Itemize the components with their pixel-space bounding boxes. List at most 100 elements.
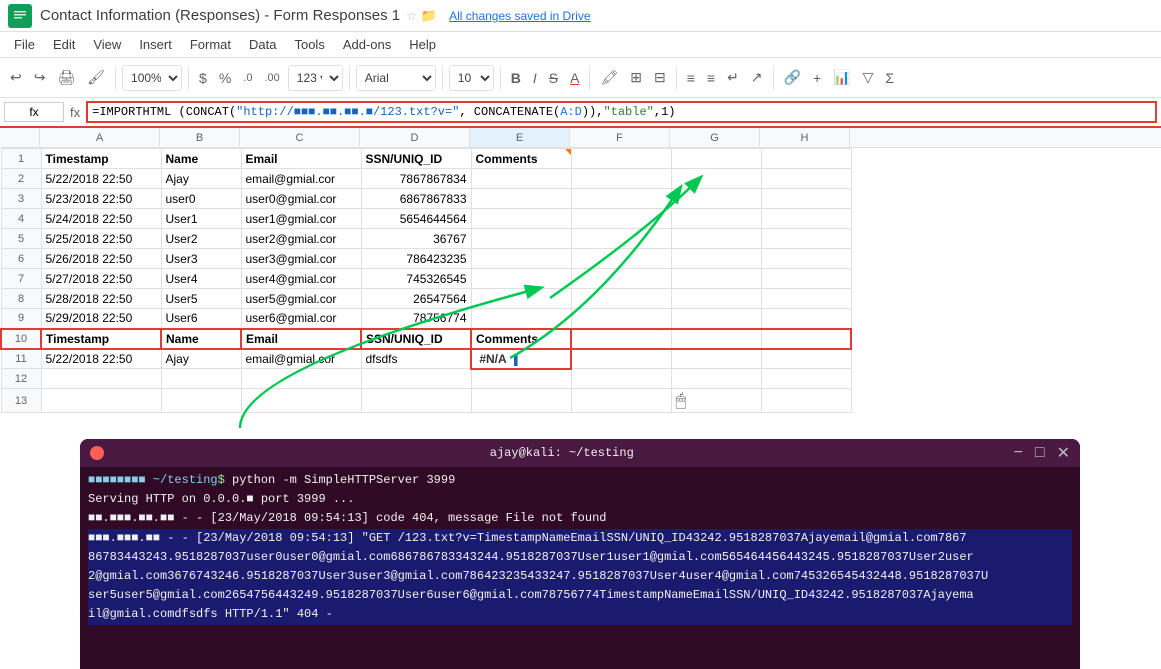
- cell-c7[interactable]: user4@gmial.cor: [241, 269, 361, 289]
- folder-icon[interactable]: 📁: [421, 8, 437, 24]
- cell-h1[interactable]: [761, 149, 851, 169]
- italic-button[interactable]: I: [529, 68, 541, 88]
- cell-a13[interactable]: [41, 389, 161, 413]
- cell-e1[interactable]: Comments: [471, 149, 571, 169]
- cell-h7[interactable]: [761, 269, 851, 289]
- cell-f9[interactable]: [571, 309, 671, 329]
- cell-a12[interactable]: [41, 369, 161, 389]
- cell-e7[interactable]: [471, 269, 571, 289]
- menu-view[interactable]: View: [85, 35, 129, 54]
- cell-d13[interactable]: [361, 389, 471, 413]
- cell-f6[interactable]: [571, 249, 671, 269]
- font-family-select[interactable]: Arial: [356, 65, 436, 91]
- menu-data[interactable]: Data: [241, 35, 284, 54]
- cell-f5[interactable]: [571, 229, 671, 249]
- cell-g10[interactable]: [671, 329, 761, 349]
- cell-a7[interactable]: 5/27/2018 22:50: [41, 269, 161, 289]
- cell-c4[interactable]: user1@gmial.cor: [241, 209, 361, 229]
- cell-f11[interactable]: [571, 349, 671, 369]
- cell-g9[interactable]: [671, 309, 761, 329]
- terminal-close-button[interactable]: ✕: [1057, 443, 1070, 463]
- cell-g7[interactable]: [671, 269, 761, 289]
- cell-d3[interactable]: 6867867833: [361, 189, 471, 209]
- cell-d11[interactable]: dfsdfs: [361, 349, 471, 369]
- menu-insert[interactable]: Insert: [131, 35, 180, 54]
- cell-d12[interactable]: [361, 369, 471, 389]
- col-f-header[interactable]: F: [570, 128, 670, 147]
- cell-h5[interactable]: [761, 229, 851, 249]
- cell-f7[interactable]: [571, 269, 671, 289]
- cell-d8[interactable]: 26547564: [361, 289, 471, 309]
- cell-b8[interactable]: User5: [161, 289, 241, 309]
- cell-b3[interactable]: user0: [161, 189, 241, 209]
- menu-file[interactable]: File: [6, 35, 43, 54]
- cell-d10[interactable]: SSN/UNIQ_ID: [361, 329, 471, 349]
- cell-b7[interactable]: User4: [161, 269, 241, 289]
- cell-b4[interactable]: User1: [161, 209, 241, 229]
- cell-a3[interactable]: 5/23/2018 22:50: [41, 189, 161, 209]
- cell-c1[interactable]: Email: [241, 149, 361, 169]
- col-a-header[interactable]: A: [40, 128, 160, 147]
- cell-h12[interactable]: [761, 369, 851, 389]
- undo-button[interactable]: ↩: [6, 67, 26, 88]
- filter-button[interactable]: ▽: [859, 67, 878, 88]
- col-c-header[interactable]: C: [240, 128, 360, 147]
- decimal-dec-button[interactable]: .0: [239, 70, 256, 86]
- cell-c8[interactable]: user5@gmial.cor: [241, 289, 361, 309]
- cell-h4[interactable]: [761, 209, 851, 229]
- print-button[interactable]: 🖨: [53, 67, 79, 88]
- col-e-header[interactable]: E: [470, 128, 570, 147]
- insert-comment-button[interactable]: +: [809, 68, 825, 88]
- cell-d7[interactable]: 745326545: [361, 269, 471, 289]
- formula-display[interactable]: =IMPORTHTML (CONCAT("http://■■■.■■.■■.■/…: [86, 101, 1157, 123]
- cell-g13[interactable]: 🖱: [671, 389, 761, 413]
- merge-button[interactable]: ⊟: [650, 67, 670, 88]
- cell-e5[interactable]: [471, 229, 571, 249]
- menu-edit[interactable]: Edit: [45, 35, 83, 54]
- cell-f2[interactable]: [571, 169, 671, 189]
- highlight-button[interactable]: 🖍: [596, 67, 622, 88]
- cell-c11[interactable]: email@gmial.cor: [241, 349, 361, 369]
- terminal-maximize-button[interactable]: □: [1035, 443, 1045, 463]
- cell-f8[interactable]: [571, 289, 671, 309]
- v-align-button[interactable]: ≡: [703, 68, 719, 88]
- cell-a11[interactable]: 5/22/2018 22:50: [41, 349, 161, 369]
- strikethrough-button[interactable]: S: [545, 68, 562, 88]
- percent-button[interactable]: %: [215, 68, 235, 88]
- cell-a6[interactable]: 5/26/2018 22:50: [41, 249, 161, 269]
- cell-e11[interactable]: #N/A ▌: [471, 349, 571, 369]
- cell-d6[interactable]: 786423235: [361, 249, 471, 269]
- cell-e2[interactable]: [471, 169, 571, 189]
- chart-button[interactable]: 📊: [829, 67, 854, 88]
- font-color-button[interactable]: A: [566, 68, 583, 88]
- cell-f1[interactable]: [571, 149, 671, 169]
- cell-h10[interactable]: [761, 329, 851, 349]
- cell-a9[interactable]: 5/29/2018 22:50: [41, 309, 161, 329]
- cell-f3[interactable]: [571, 189, 671, 209]
- cell-g2[interactable]: [671, 169, 761, 189]
- cell-g5[interactable]: [671, 229, 761, 249]
- cell-g4[interactable]: [671, 209, 761, 229]
- format-select[interactable]: 123 ▾: [288, 65, 343, 91]
- wrap-button[interactable]: ↵: [723, 67, 743, 88]
- cell-g12[interactable]: [671, 369, 761, 389]
- menu-format[interactable]: Format: [182, 35, 239, 54]
- cell-g8[interactable]: [671, 289, 761, 309]
- cell-f12[interactable]: [571, 369, 671, 389]
- rotate-button[interactable]: ↗: [747, 67, 767, 88]
- cell-c13[interactable]: [241, 389, 361, 413]
- cell-e3[interactable]: [471, 189, 571, 209]
- cell-d5[interactable]: 36767: [361, 229, 471, 249]
- cell-f10[interactable]: [571, 329, 671, 349]
- cell-b12[interactable]: [161, 369, 241, 389]
- cell-d4[interactable]: 5654644564: [361, 209, 471, 229]
- redo-button[interactable]: ↪: [30, 67, 50, 88]
- cell-c9[interactable]: user6@gmial.cor: [241, 309, 361, 329]
- cell-b10[interactable]: Name: [161, 329, 241, 349]
- cell-c5[interactable]: user2@gmial.cor: [241, 229, 361, 249]
- cell-e12[interactable]: [471, 369, 571, 389]
- cell-g3[interactable]: [671, 189, 761, 209]
- cell-h8[interactable]: [761, 289, 851, 309]
- cell-h13[interactable]: [761, 389, 851, 413]
- cell-f4[interactable]: [571, 209, 671, 229]
